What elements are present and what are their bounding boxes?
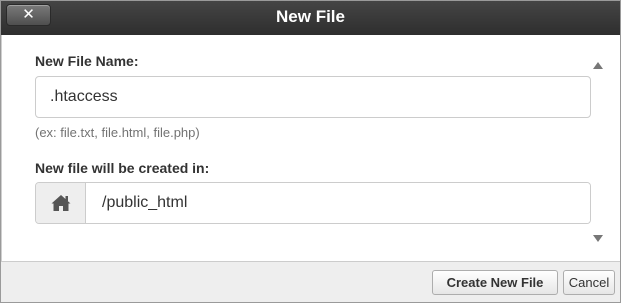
cancel-button[interactable]: Cancel: [563, 270, 615, 295]
dialog-body: New File Name: (ex: file.txt, file.html,…: [1, 35, 620, 261]
dialog-title: New File: [276, 7, 345, 26]
directory-label: New file will be created in:: [35, 160, 210, 176]
create-new-file-button[interactable]: Create New File: [432, 270, 558, 295]
dialog-titlebar: New File ✕: [1, 1, 620, 35]
file-name-hint: (ex: file.txt, file.html, file.php): [35, 125, 200, 140]
close-icon: ✕: [22, 6, 35, 23]
directory-input[interactable]: [86, 183, 590, 223]
directory-input-group: [35, 182, 591, 224]
home-icon: [36, 183, 86, 223]
new-file-dialog: New File ✕ New File Name: (ex: file.txt,…: [0, 0, 621, 303]
file-name-label: New File Name:: [35, 53, 139, 69]
file-name-input[interactable]: [35, 76, 591, 118]
close-button[interactable]: ✕: [6, 4, 51, 26]
scroll-up-arrow-icon[interactable]: [592, 57, 604, 69]
dialog-footer: Create New File Cancel: [1, 261, 620, 302]
scroll-down-arrow-icon[interactable]: [592, 231, 604, 242]
